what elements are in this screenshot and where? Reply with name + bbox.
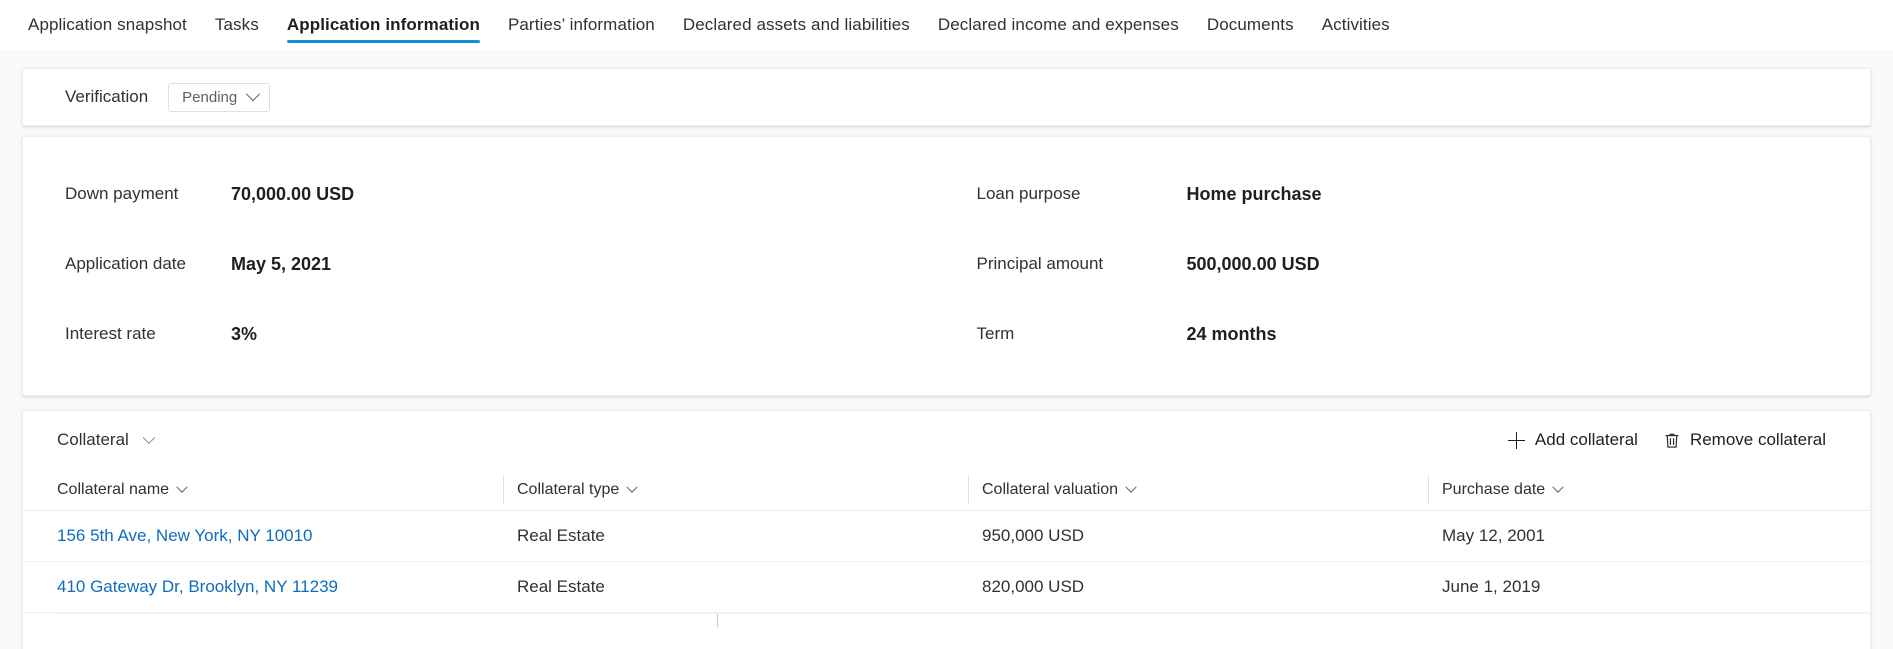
cell-collateral-valuation: 950,000 USD: [982, 526, 1085, 545]
verification-status-value: Pending: [182, 88, 238, 106]
plus-icon: [1507, 431, 1525, 449]
tab-label: Application information: [286, 14, 480, 34]
verification-card: Verification Pending: [22, 68, 1871, 126]
column-header-collateral-name[interactable]: Collateral name: [57, 469, 517, 510]
collateral-card: Collateral Add collateral Remove collate…: [22, 410, 1871, 649]
tab-tasks[interactable]: Tasks: [201, 0, 273, 49]
column-header-collateral-type[interactable]: Collateral type: [503, 469, 982, 510]
detail-row: Down payment 70,000.00 USD Loan purpose …: [23, 159, 1870, 229]
detail-label: Loan purpose: [976, 184, 1081, 203]
tab-label: Declared assets and liabilities: [682, 14, 910, 34]
detail-value: Home purchase: [1186, 183, 1322, 204]
tab-label: Parties’ information: [507, 14, 655, 34]
cell-purchase-date: May 12, 2001: [1442, 526, 1546, 545]
tab-label: Activities: [1321, 14, 1390, 34]
trash-icon: [1664, 432, 1680, 449]
tab-application-information[interactable]: Application information: [273, 0, 494, 49]
add-collateral-button[interactable]: Add collateral: [1507, 430, 1638, 450]
detail-value: 70,000.00 USD: [231, 183, 355, 204]
cell-collateral-valuation: 820,000 USD: [982, 577, 1085, 596]
tab-label: Tasks: [214, 14, 259, 34]
column-header-label: Collateral name: [57, 480, 170, 498]
detail-label: Interest rate: [65, 324, 156, 343]
column-header-label: Collateral valuation: [982, 480, 1119, 498]
grid-footer: [23, 613, 1870, 649]
cell-collateral-type: Real Estate: [517, 526, 605, 545]
detail-label: Application date: [65, 254, 186, 273]
detail-field-principal-amount: Principal amount 500,000.00 USD: [947, 254, 1871, 275]
detail-value: 3%: [231, 323, 258, 344]
collateral-title-label: Collateral: [57, 430, 129, 449]
tab-declared-assets-and-liabilities[interactable]: Declared assets and liabilities: [669, 0, 924, 49]
verification-label: Verification: [65, 87, 149, 106]
detail-field-interest-rate: Interest rate 3%: [23, 324, 947, 345]
chevron-down-icon: [142, 430, 156, 444]
chevron-down-icon: [1552, 481, 1564, 493]
chevron-down-icon: [626, 481, 638, 493]
collateral-grid: Collateral name Collateral type Collater…: [23, 469, 1870, 649]
tab-declared-income-and-expenses[interactable]: Declared income and expenses: [924, 0, 1193, 49]
tab-label: Application snapshot: [28, 14, 187, 34]
detail-value: May 5, 2021: [231, 253, 332, 274]
chevron-down-icon: [246, 87, 261, 102]
collateral-header: Collateral Add collateral Remove collate…: [23, 411, 1870, 469]
detail-field-application-date: Application date May 5, 2021: [23, 254, 947, 275]
detail-label: Principal amount: [976, 254, 1104, 273]
detail-field-down-payment: Down payment 70,000.00 USD: [23, 184, 947, 205]
grid-header-row: Collateral name Collateral type Collater…: [23, 469, 1870, 511]
application-information-page: Application snapshot Tasks Application i…: [0, 0, 1893, 649]
detail-value: 24 months: [1186, 323, 1277, 344]
tab-label: Documents: [1206, 14, 1294, 34]
tab-parties-information[interactable]: Parties’ information: [494, 0, 669, 49]
tab-documents[interactable]: Documents: [1193, 0, 1308, 49]
cell-collateral-name[interactable]: 156 5th Ave, New York, NY 10010: [57, 511, 517, 561]
remove-collateral-label: Remove collateral: [1689, 430, 1826, 449]
detail-label: Down payment: [65, 184, 179, 203]
detail-label: Term: [976, 324, 1015, 343]
remove-collateral-button[interactable]: Remove collateral: [1664, 430, 1826, 450]
add-collateral-label: Add collateral: [1534, 430, 1638, 449]
collateral-section-toggle[interactable]: Collateral: [57, 430, 156, 450]
detail-row: Interest rate 3% Term 24 months: [23, 299, 1870, 369]
table-row[interactable]: 410 Gateway Dr, Brooklyn, NY 11239 Real …: [23, 562, 1870, 613]
detail-field-term: Term 24 months: [947, 324, 1871, 345]
cell-purchase-date: June 1, 2019: [1442, 577, 1541, 596]
detail-field-loan-purpose: Loan purpose Home purchase: [947, 184, 1871, 205]
verification-status-dropdown[interactable]: Pending: [168, 82, 271, 112]
chevron-down-icon: [176, 481, 188, 493]
collateral-command-bar: Add collateral Remove collateral: [1507, 430, 1846, 450]
application-details-card: Down payment 70,000.00 USD Loan purpose …: [22, 136, 1871, 396]
column-header-label: Purchase date: [1442, 480, 1546, 498]
tab-activities[interactable]: Activities: [1308, 0, 1404, 49]
chevron-down-icon: [1125, 481, 1137, 493]
column-header-purchase-date[interactable]: Purchase date: [1428, 469, 1862, 510]
table-row[interactable]: 156 5th Ave, New York, NY 10010 Real Est…: [23, 511, 1870, 562]
column-header-label: Collateral type: [517, 480, 620, 498]
cell-collateral-type: Real Estate: [517, 577, 605, 596]
tab-application-snapshot[interactable]: Application snapshot: [14, 0, 201, 49]
cell-collateral-name[interactable]: 410 Gateway Dr, Brooklyn, NY 11239: [57, 562, 517, 612]
tab-bar: Application snapshot Tasks Application i…: [0, 0, 1893, 50]
detail-value: 500,000.00 USD: [1186, 253, 1320, 274]
detail-row: Application date May 5, 2021 Principal a…: [23, 229, 1870, 299]
column-header-collateral-valuation[interactable]: Collateral valuation: [968, 469, 1442, 510]
tab-label: Declared income and expenses: [937, 14, 1179, 34]
